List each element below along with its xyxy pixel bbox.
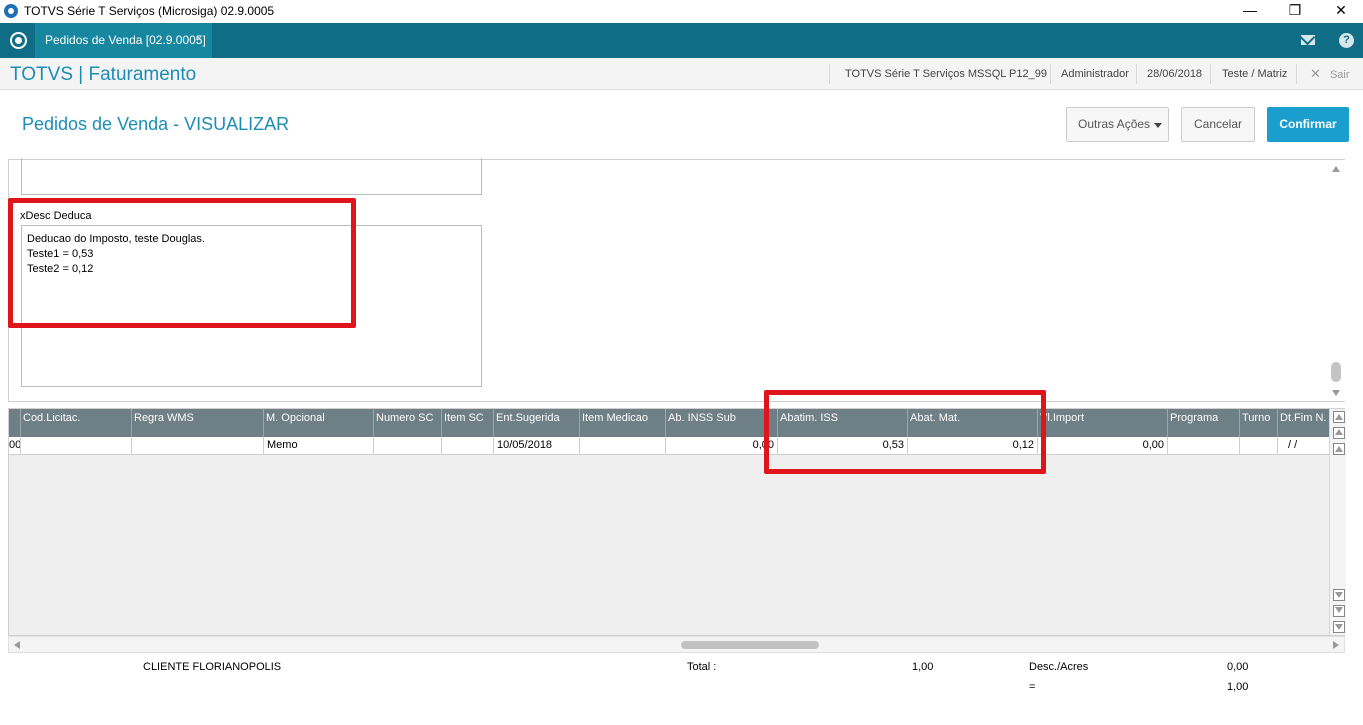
tab-close-icon[interactable]: × [196,33,202,45]
column-header[interactable]: Ab. INSS Sub [666,409,778,437]
table-cell [21,437,132,455]
close-window-button[interactable]: ✕ [1318,0,1363,23]
table-cell: Memo [264,437,374,455]
table-cell [374,437,442,455]
client-name: CLIENTE FLORIANOPOLIS [143,661,282,673]
grid-horizontal-scrollbar[interactable] [8,636,1345,653]
minimize-button[interactable]: — [1227,0,1273,23]
user-label[interactable]: Administrador [1061,68,1129,80]
tab-pedidos-de-venda[interactable]: Pedidos de Venda [02.9.0005] [35,23,212,58]
exit-label: Sair [1329,69,1350,81]
table-cell: 10/05/2018 [494,437,580,455]
column-header[interactable]: Ent.Sugerida [494,409,580,437]
column-header[interactable]: Cod.Licitac. [21,409,132,437]
tab-label: Pedidos de Venda [02.9.0005] [45,33,206,47]
table-cell: 0,00 [666,437,778,455]
column-header[interactable]: M. Opcional [264,409,374,437]
help-icon[interactable]: ? [1339,33,1354,48]
net-total-label: = [1029,681,1036,693]
more-actions-label: Outras Ações [1078,117,1151,131]
discount-label: Desc./Acres [1029,661,1089,673]
table-cell: / / [1288,439,1298,451]
go-first-icon[interactable] [1333,411,1345,423]
app-header: TOTVS | Faturamento TOTVS Série T Serviç… [0,58,1363,90]
grid-navigation-bar [1329,409,1346,635]
line-up-icon[interactable] [1333,443,1345,455]
line-down-icon[interactable] [1333,589,1345,601]
previous-memo-field[interactable] [21,158,482,195]
page-down-icon[interactable] [1333,605,1345,617]
column-header[interactable]: Vl.Import [1038,409,1168,437]
environment-label: TOTVS Série T Serviços MSSQL P12_99 [845,68,1047,80]
page-title: Pedidos de Venda - VISUALIZAR [22,114,290,134]
table-cell [442,437,494,455]
column-header[interactable]: Dt.Fim N. P. [1278,409,1329,437]
scroll-thumb[interactable] [681,641,819,649]
table-cell [1168,437,1240,455]
app-brand: TOTVS | Faturamento [10,64,197,85]
maximize-button[interactable]: ❐ [1272,0,1318,23]
branch-label[interactable]: Teste / Matriz [1222,68,1287,80]
page-up-icon[interactable] [1333,427,1345,439]
discount-value: 0,00 [1227,661,1249,673]
window-titlebar: TOTVS Série T Serviços (Microsiga) 02.9.… [0,0,1363,23]
form-vertical-scrollbar[interactable] [1327,160,1345,401]
more-actions-button[interactable]: Outras Ações [1066,107,1169,142]
table-cell: 0,00 [1038,437,1168,455]
column-header[interactable]: Turno [1240,409,1278,437]
column-header[interactable]: Regra WMS [132,409,264,437]
cancel-button[interactable]: Cancelar [1181,107,1255,142]
highlight-box-abatimentos [764,390,1046,474]
scroll-down-icon[interactable] [1332,390,1340,396]
scroll-up-icon[interactable] [1332,166,1340,172]
header-divider [1296,64,1297,84]
total-label: Total : [687,661,717,673]
totvs-logo-icon[interactable] [10,32,27,49]
column-header[interactable]: Item Medicao [580,409,666,437]
mail-icon[interactable] [1301,35,1315,45]
table-cell [580,437,666,455]
scroll-right-icon[interactable] [1333,641,1339,649]
chevron-down-icon [1154,123,1162,128]
scroll-left-icon[interactable] [14,641,20,649]
exit-button[interactable]: ✕ Sair [1310,66,1350,82]
page-toolbar: Pedidos de Venda - VISUALIZAR Outras Açõ… [0,90,1363,158]
column-header[interactable]: Numero SC [374,409,442,437]
table-cell [132,437,264,455]
items-grid: Cod.Licitac. Regra WMS M. Opcional Numer… [8,408,1346,636]
close-icon: ✕ [1310,66,1321,81]
scroll-thumb[interactable] [1331,362,1341,382]
net-total-value: 1,00 [1227,681,1249,693]
highlight-box-memo [8,198,356,328]
grid-header: Cod.Licitac. Regra WMS M. Opcional Numer… [9,409,1329,437]
date-label[interactable]: 28/06/2018 [1147,68,1202,80]
app-icon [4,4,18,18]
header-divider [1050,64,1051,84]
header-divider [1210,64,1211,84]
column-header[interactable]: Item SC [442,409,494,437]
tab-bar: Pedidos de Venda [02.9.0005] × ? [0,23,1363,58]
go-last-icon[interactable] [1333,621,1345,633]
column-header[interactable]: Programa [1168,409,1240,437]
confirm-button[interactable]: Confirmar [1267,107,1349,142]
table-cell: 00 [9,437,21,455]
column-header[interactable] [9,409,21,437]
header-divider [829,64,830,84]
table-row[interactable]: 00 Memo 10/05/2018 0,00 0,53 0,12 0,00 /… [9,437,1329,455]
total-value: 1,00 [912,661,934,673]
window-title: TOTVS Série T Serviços (Microsiga) 02.9.… [24,4,275,18]
table-cell [1240,437,1278,455]
header-divider [1136,64,1137,84]
